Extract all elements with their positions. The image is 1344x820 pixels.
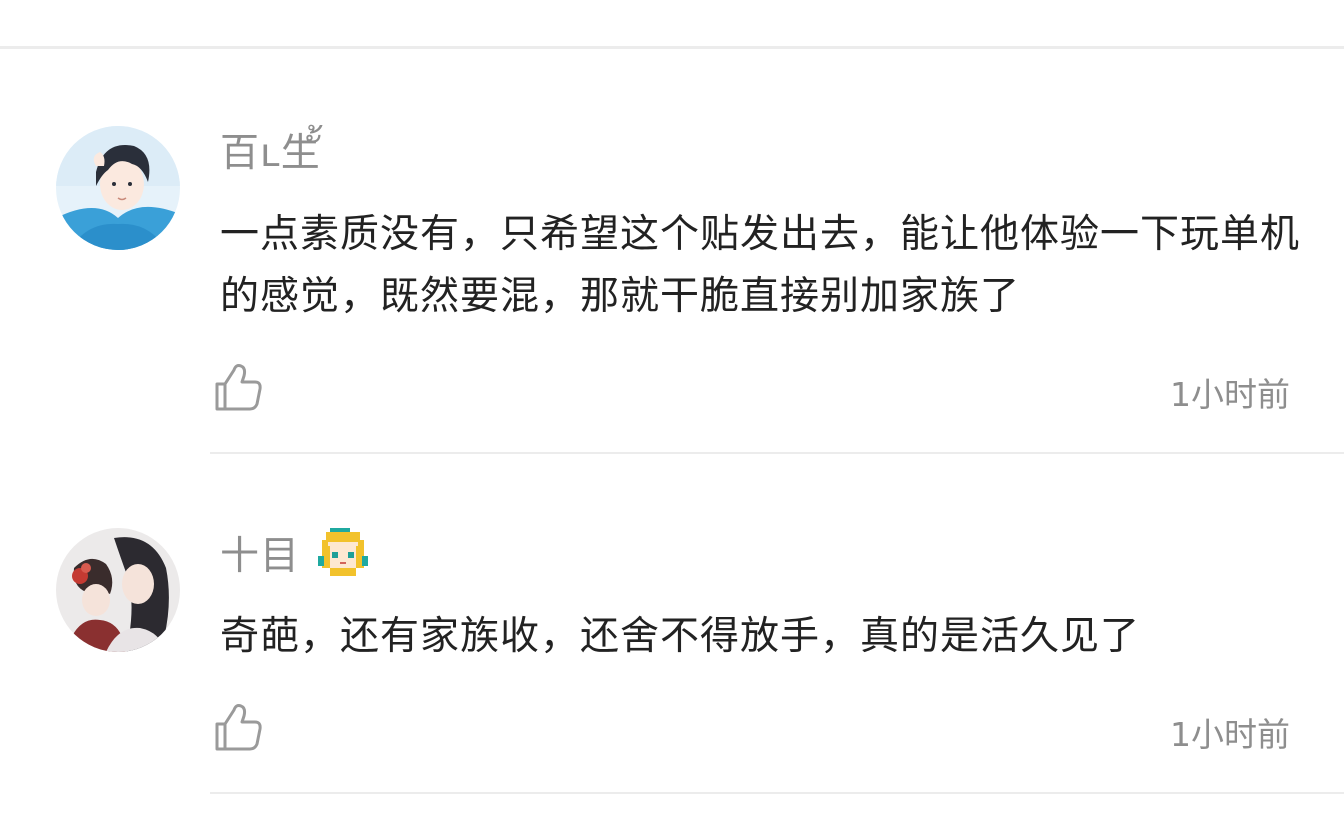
- comment-text: 奇葩，还有家族收，还舍不得放手，真的是活久见了: [220, 614, 1141, 659]
- thumbs-up-icon: [215, 364, 262, 411]
- like-button[interactable]: [212, 360, 266, 414]
- username[interactable]: 十目: [220, 525, 300, 581]
- comment-divider: [210, 452, 1344, 454]
- comment-time: 1小时前: [1170, 715, 1290, 754]
- user-avatar[interactable]: [56, 528, 180, 652]
- username-row: 十目: [220, 526, 370, 580]
- comment-divider: [210, 792, 1344, 794]
- user-avatar[interactable]: [56, 126, 180, 250]
- thumbs-up-icon: [215, 704, 262, 751]
- comment-text: 一点素质没有，只希望这个贴发出去，能让他体验一下玩单机的感觉，既然要混，那就干脆…: [220, 212, 1301, 319]
- username-row: 百ʟ生ั้: [220, 126, 322, 180]
- like-button[interactable]: [212, 700, 266, 754]
- comment-time: 1小时前: [1170, 375, 1290, 414]
- username[interactable]: 百ʟ生ั้: [220, 122, 322, 184]
- top-divider: [0, 46, 1344, 49]
- pixel-character-badge: [318, 528, 369, 576]
